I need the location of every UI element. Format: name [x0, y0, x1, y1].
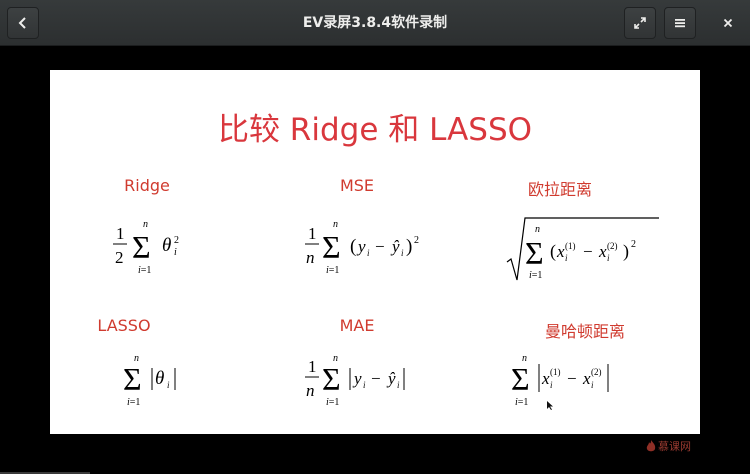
formula-ridge: 1 2 n Σ i=1 θ i 2	[113, 219, 179, 276]
svg-text:i: i	[565, 253, 568, 263]
close-button[interactable]	[712, 7, 744, 39]
fullscreen-icon	[634, 17, 646, 29]
svg-text:i=1: i=1	[127, 397, 140, 408]
back-icon	[18, 17, 26, 29]
svg-text:n: n	[306, 381, 315, 400]
formula-mse: 1 n n Σ i=1 ( y i − ŷ i ) 2	[305, 219, 419, 276]
svg-text:): )	[406, 236, 412, 257]
flame-logo-icon	[646, 439, 656, 451]
svg-text:Σ: Σ	[322, 229, 341, 265]
svg-text:1: 1	[308, 224, 317, 243]
svg-text:i: i	[167, 380, 170, 390]
label-mae: MAE	[339, 316, 375, 335]
svg-text:i: i	[367, 248, 370, 258]
svg-text:i: i	[397, 380, 400, 390]
svg-text:y: y	[356, 237, 366, 256]
mouse-cursor-icon	[547, 401, 553, 410]
svg-text:2: 2	[414, 235, 419, 246]
svg-text:Σ: Σ	[132, 229, 151, 265]
svg-text:Σ: Σ	[123, 361, 142, 397]
label-mse: MSE	[339, 176, 375, 195]
svg-text:i: i	[591, 380, 594, 390]
formula-manhattan: n Σ i=1 x i (1) − x i (2)	[511, 353, 609, 408]
svg-text:i: i	[607, 253, 610, 263]
formula-mae: 1 n n Σ i=1 y i − ŷ i	[305, 353, 405, 408]
svg-text:−: −	[567, 369, 577, 388]
formula-lasso: n Σ i=1 θ i	[123, 353, 176, 408]
svg-text:−: −	[375, 237, 385, 256]
svg-text:y: y	[352, 369, 362, 388]
formula-euclidean: n Σ i=1 ( x i (1) − x i (2) ) 2	[506, 217, 659, 281]
title-bar: EV录屏3.8.4软件录制	[0, 0, 750, 46]
menu-icon	[675, 19, 685, 28]
svg-text:Σ: Σ	[511, 361, 530, 397]
svg-text:x: x	[541, 369, 550, 388]
label-ridge: Ridge	[124, 176, 170, 195]
svg-text:(1): (1)	[550, 367, 561, 377]
svg-text:θ: θ	[155, 368, 164, 389]
svg-text:(: (	[350, 236, 356, 257]
watermark: 慕课网	[646, 438, 691, 454]
svg-text:(2): (2)	[591, 367, 602, 377]
svg-text:i=1: i=1	[326, 265, 339, 276]
svg-text:2: 2	[115, 248, 124, 267]
svg-text:−: −	[583, 242, 593, 261]
svg-text:x: x	[582, 369, 591, 388]
svg-text:(: (	[550, 241, 556, 262]
svg-text:Σ: Σ	[525, 235, 544, 271]
svg-text:θ: θ	[162, 235, 171, 256]
label-lasso: LASSO	[97, 316, 151, 335]
svg-text:x: x	[598, 242, 607, 261]
close-icon	[723, 18, 733, 28]
label-manhattan: 曼哈顿距离	[544, 322, 625, 341]
window-title: EV录屏3.8.4软件录制	[302, 15, 448, 31]
svg-text:1: 1	[308, 357, 317, 376]
svg-text:1: 1	[116, 224, 125, 243]
svg-text:n: n	[535, 224, 540, 235]
svg-text:(1): (1)	[565, 241, 576, 251]
svg-text:i=1: i=1	[138, 265, 151, 276]
svg-text:2: 2	[174, 235, 179, 246]
svg-text:i: i	[174, 247, 177, 258]
svg-text:−: −	[371, 369, 381, 388]
menu-button[interactable]	[664, 7, 696, 39]
watermark-text: 慕课网	[658, 440, 691, 453]
svg-text:i: i	[550, 380, 553, 390]
svg-text:n: n	[306, 248, 315, 267]
label-euclidean: 欧拉距离	[527, 180, 592, 199]
slide-title: 比较 Ridge 和 LASSO	[217, 112, 533, 148]
svg-text:): )	[623, 241, 629, 262]
svg-text:ŷ: ŷ	[386, 369, 396, 388]
svg-text:2: 2	[631, 239, 636, 250]
svg-text:i: i	[363, 380, 366, 390]
svg-text:i=1: i=1	[515, 397, 528, 408]
fullscreen-button[interactable]	[624, 7, 656, 39]
svg-text:Σ: Σ	[322, 361, 341, 397]
back-button[interactable]	[7, 7, 39, 39]
svg-text:i=1: i=1	[326, 397, 339, 408]
svg-text:ŷ: ŷ	[390, 237, 400, 256]
svg-text:i=1: i=1	[529, 270, 542, 281]
svg-text:(2): (2)	[607, 241, 618, 251]
svg-text:x: x	[556, 242, 565, 261]
slide: 比较 Ridge 和 LASSO Ridge MSE 欧拉距离 1 2 n Σ …	[50, 70, 700, 434]
svg-text:i: i	[401, 248, 404, 258]
